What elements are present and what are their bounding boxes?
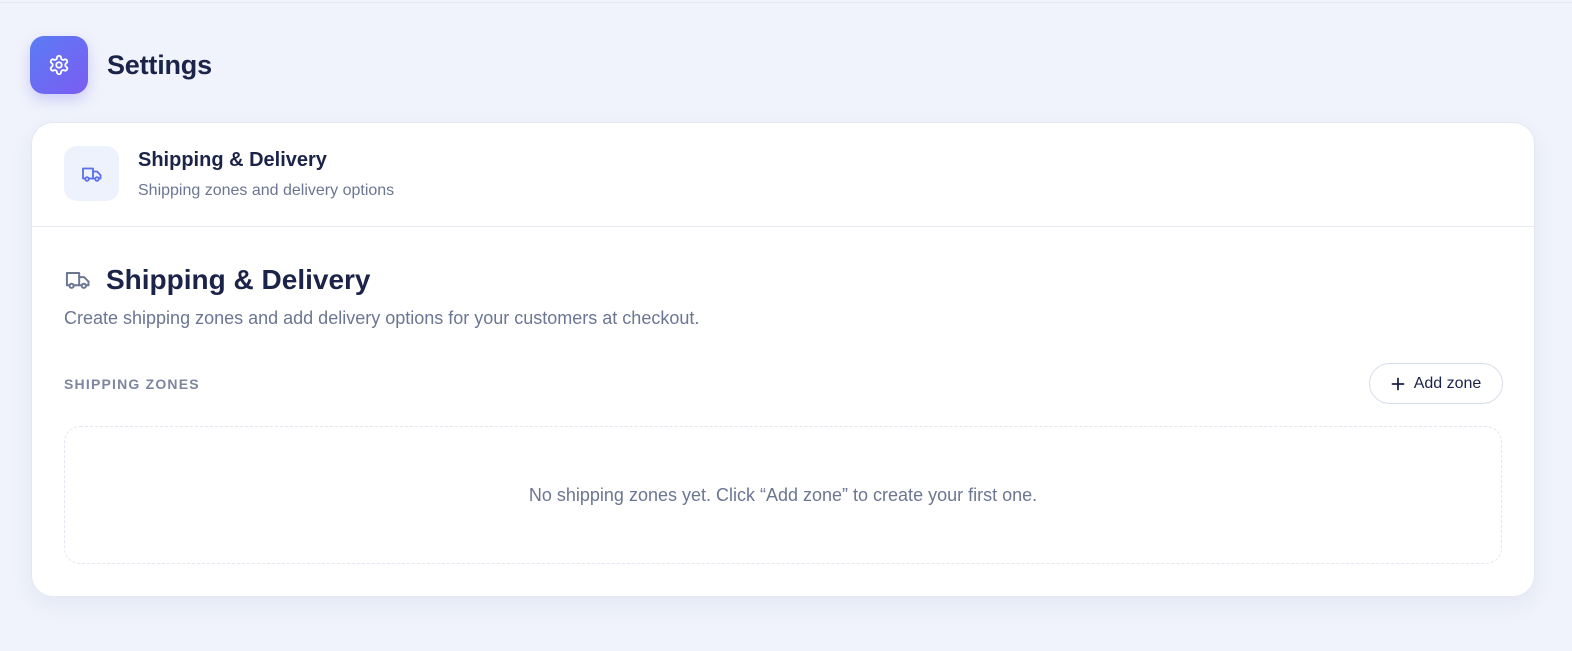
page-header: Settings — [30, 36, 212, 94]
empty-state-message: No shipping zones yet. Click “Add zone” … — [528, 484, 1038, 505]
plus-icon — [1391, 377, 1405, 391]
section-description: Create shipping zones and add delivery o… — [64, 308, 700, 328]
empty-zones-placeholder: No shipping zones yet. Click “Add zone” … — [64, 426, 1502, 564]
gear-icon — [30, 36, 88, 94]
shipping-settings-card: Shipping & Delivery Shipping zones and d… — [31, 122, 1535, 597]
shipping-zones-label: SHIPPING ZONES — [64, 376, 200, 392]
truck-icon — [64, 266, 92, 294]
card-header-subtitle: Shipping zones and delivery options — [138, 182, 395, 199]
page-title: Settings — [107, 49, 212, 80]
truck-icon — [64, 146, 119, 201]
section-title: Shipping & Delivery — [106, 264, 371, 295]
card-header-title: Shipping & Delivery — [138, 149, 327, 171]
add-zone-button[interactable]: Add zone — [1369, 363, 1503, 404]
top-divider — [0, 2, 1572, 3]
card-header: Shipping & Delivery Shipping zones and d… — [32, 123, 1534, 227]
add-zone-label: Add zone — [1413, 374, 1482, 392]
section-heading: Shipping & Delivery — [64, 264, 371, 296]
